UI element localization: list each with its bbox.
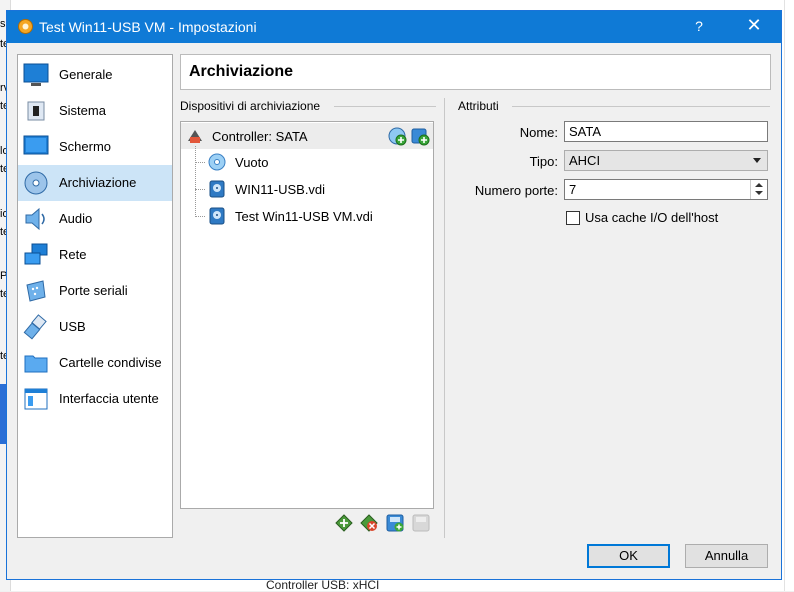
- page-title: Archiviazione: [189, 63, 294, 80]
- folder-icon: [24, 355, 48, 373]
- type-label: Tipo:: [529, 154, 558, 169]
- add-controller-icon[interactable]: [334, 513, 354, 533]
- ok-button[interactable]: OK: [587, 544, 670, 568]
- sidebar-item-porte-seriali[interactable]: Porte seriali: [18, 273, 172, 309]
- hard-disk-icon: [209, 207, 225, 225]
- sidebar-item-label: Sistema: [59, 103, 106, 118]
- sidebar-item-label: Audio: [59, 211, 93, 226]
- group-divider: [512, 106, 770, 107]
- sidebar-item-label: Porte seriali: [59, 283, 128, 298]
- sidebar-item-label: USB: [59, 319, 86, 334]
- sidebar-item-label: Rete: [59, 247, 87, 262]
- serial-port-icon: [26, 280, 46, 302]
- host-io-cache-checkbox[interactable]: [566, 211, 580, 225]
- device-row-test-win11-usb-vm-vdi[interactable]: Test Win11-USB VM.vdi: [181, 203, 433, 229]
- sidebar-item-archiviazione[interactable]: Archiviazione: [18, 165, 172, 201]
- window-title: Test Win11-USB VM - Impostazioni: [39, 19, 257, 35]
- storage-devices-label: Dispositivi di archiviazione: [180, 99, 321, 113]
- ports-spinbox[interactable]: 7: [564, 179, 768, 200]
- name-label: Nome:: [519, 125, 558, 140]
- device-row-win11-usb-vdi[interactable]: WIN11-USB.vdi: [181, 176, 433, 202]
- hard-disk-icon: [209, 180, 225, 198]
- name-field[interactable]: SATA: [564, 121, 768, 142]
- device-row-vuoto[interactable]: Vuoto: [181, 149, 433, 175]
- add-optical-drive-icon[interactable]: [387, 126, 407, 146]
- user-interface-icon: [24, 388, 48, 410]
- storage-tree[interactable]: Controller: SATA Vuoto WIN11-USB.vdi Tes…: [180, 121, 434, 509]
- close-button[interactable]: ✕: [743, 15, 765, 36]
- sidebar-item-label: Schermo: [59, 139, 112, 154]
- sidebar-item-rete[interactable]: Rete: [18, 237, 172, 273]
- speaker-icon: [25, 207, 45, 231]
- type-select[interactable]: AHCI: [564, 150, 768, 171]
- controller-icon: [188, 130, 202, 143]
- device-label: WIN11-USB.vdi: [235, 182, 326, 197]
- host-io-cache-label: Usa cache I/O dell'host: [585, 210, 719, 225]
- background-right-panel: [784, 0, 794, 591]
- help-button[interactable]: ?: [689, 18, 709, 34]
- sidebar-item-label: Archiviazione: [59, 175, 137, 190]
- ports-value: 7: [569, 182, 577, 197]
- cancel-button[interactable]: Annulla: [685, 544, 768, 568]
- sidebar-item-generale[interactable]: Generale: [18, 57, 172, 93]
- title-bar[interactable]: Test Win11-USB VM - Impostazioni ? ✕: [7, 11, 781, 43]
- device-label: Test Win11-USB VM.vdi: [235, 209, 373, 224]
- display-icon: [23, 135, 49, 155]
- group-divider: [334, 106, 436, 107]
- sidebar-item-cartelle-condivise[interactable]: Cartelle condivise: [18, 345, 172, 381]
- spin-up-icon[interactable]: [755, 183, 763, 187]
- page-header: Archiviazione: [180, 54, 771, 90]
- network-icon: [24, 243, 48, 265]
- spin-buttons[interactable]: [750, 180, 767, 199]
- type-value: AHCI: [569, 153, 601, 168]
- storage-disk-icon: [24, 171, 48, 195]
- vertical-divider: [444, 98, 445, 538]
- sidebar-item-label: Interfaccia utente: [59, 391, 159, 406]
- virtualbox-gear-icon: [18, 19, 33, 34]
- spin-down-icon[interactable]: [755, 191, 763, 195]
- settings-sidebar: Generale Sistema Schermo Archiviazione A…: [17, 54, 173, 538]
- sidebar-item-audio[interactable]: Audio: [18, 201, 172, 237]
- add-attachment-icon[interactable]: [385, 513, 405, 533]
- usb-icon: [23, 314, 47, 340]
- remove-attachment-icon[interactable]: [411, 513, 431, 533]
- chevron-down-icon: [753, 158, 761, 163]
- remove-controller-icon[interactable]: [359, 513, 379, 533]
- sidebar-item-schermo[interactable]: Schermo: [18, 129, 172, 165]
- name-value: SATA: [569, 124, 602, 139]
- optical-disc-icon: [208, 153, 226, 171]
- controller-label: Controller: SATA: [212, 129, 308, 144]
- sidebar-item-label: Generale: [59, 67, 113, 82]
- monitor-icon: [23, 63, 49, 86]
- sidebar-item-sistema[interactable]: Sistema: [18, 93, 172, 129]
- sidebar-item-usb[interactable]: USB: [18, 309, 172, 345]
- add-hard-disk-icon[interactable]: [410, 126, 430, 146]
- attributes-label: Attributi: [458, 99, 499, 113]
- ports-label: Numero porte:: [474, 183, 558, 198]
- device-label: Vuoto: [235, 155, 269, 170]
- sidebar-item-interfaccia-utente[interactable]: Interfaccia utente: [18, 381, 172, 417]
- sidebar-item-label: Cartelle condivise: [59, 355, 162, 370]
- chip-icon: [27, 101, 45, 121]
- controller-sata-row[interactable]: Controller: SATA: [181, 123, 433, 149]
